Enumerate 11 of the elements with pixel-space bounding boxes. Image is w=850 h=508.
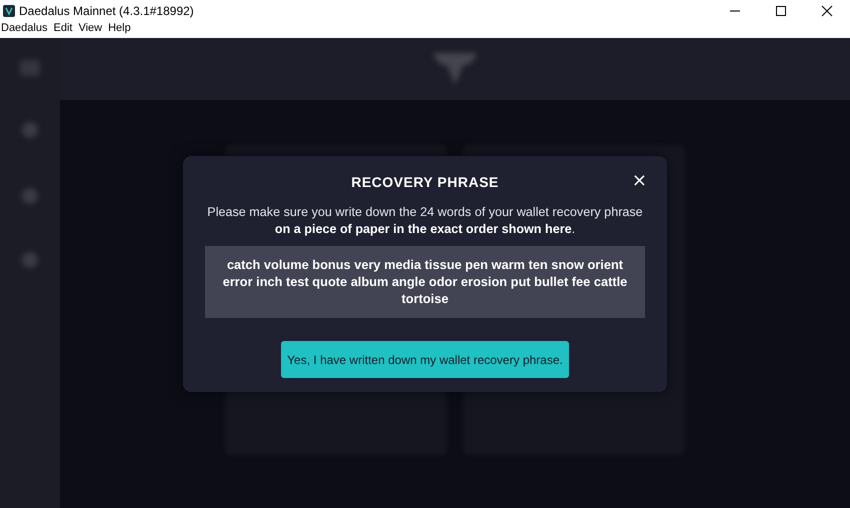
menu-item[interactable]: View — [78, 22, 108, 34]
close-button[interactable]: × — [632, 172, 647, 190]
menu-item[interactable]: Edit — [53, 22, 78, 34]
dialog-title: RECOVERY PHRASE — [351, 174, 499, 190]
recovery-phrase: catch volume bonus very media tissue pen warm ten snow orient error inch test quote album angle odor erosion put bullet fee cattle tortoise — [205, 246, 645, 318]
window-title: Daedalus Mainnet (4.3.1#18992) — [19, 4, 195, 18]
app-icon — [3, 5, 15, 17]
menu-item[interactable]: Daedalus — [0, 22, 54, 34]
instructions-text: Please make sure you write down the 24 words of your wallet recovery phrase on a piece of paper in the exact order shown here. — [206, 204, 644, 238]
menu-item[interactable]: Help — [108, 22, 137, 34]
confirm-button[interactable]: Yes, I have written down my wallet recovery phrase. — [281, 341, 569, 378]
